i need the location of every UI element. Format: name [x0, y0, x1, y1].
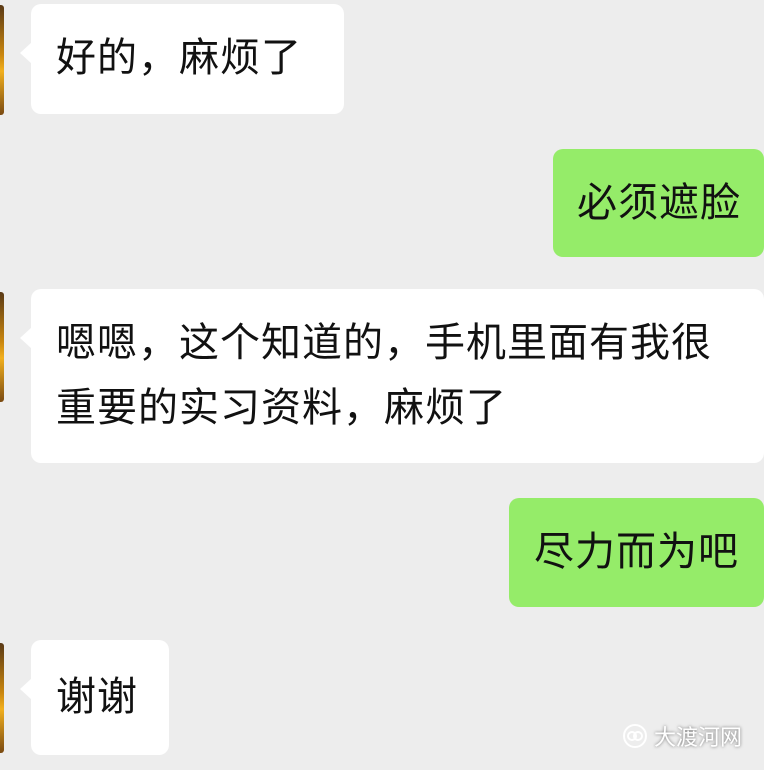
message-received-3[interactable]: 谢谢 — [20, 640, 169, 755]
message-received-1[interactable]: 好的，麻烦了 — [20, 4, 344, 114]
message-received-2[interactable]: 嗯嗯，这个知道的，手机里面有我很 重要的实习资料，麻烦了 — [20, 289, 764, 463]
watermark: 大渡河网 — [622, 720, 742, 752]
message-sent-2[interactable]: 尽力而为吧 — [509, 498, 764, 607]
message-text: 嗯嗯，这个知道的，手机里面有我很 重要的实习资料，麻烦了 — [56, 320, 712, 431]
message-text: 必须遮脸 — [577, 180, 741, 226]
message-text: 好的，麻烦了 — [56, 35, 302, 81]
watermark-label: 大渡河网 — [653, 726, 742, 751]
sender-avatar[interactable] — [0, 643, 4, 753]
message-text: 尽力而为吧 — [534, 529, 739, 575]
sender-avatar[interactable] — [0, 292, 4, 402]
sender-avatar[interactable] — [0, 5, 4, 115]
message-sent-1[interactable]: 必须遮脸 — [553, 149, 764, 257]
message-text: 谢谢 — [56, 674, 138, 720]
wechat-official-account-icon — [622, 723, 648, 749]
